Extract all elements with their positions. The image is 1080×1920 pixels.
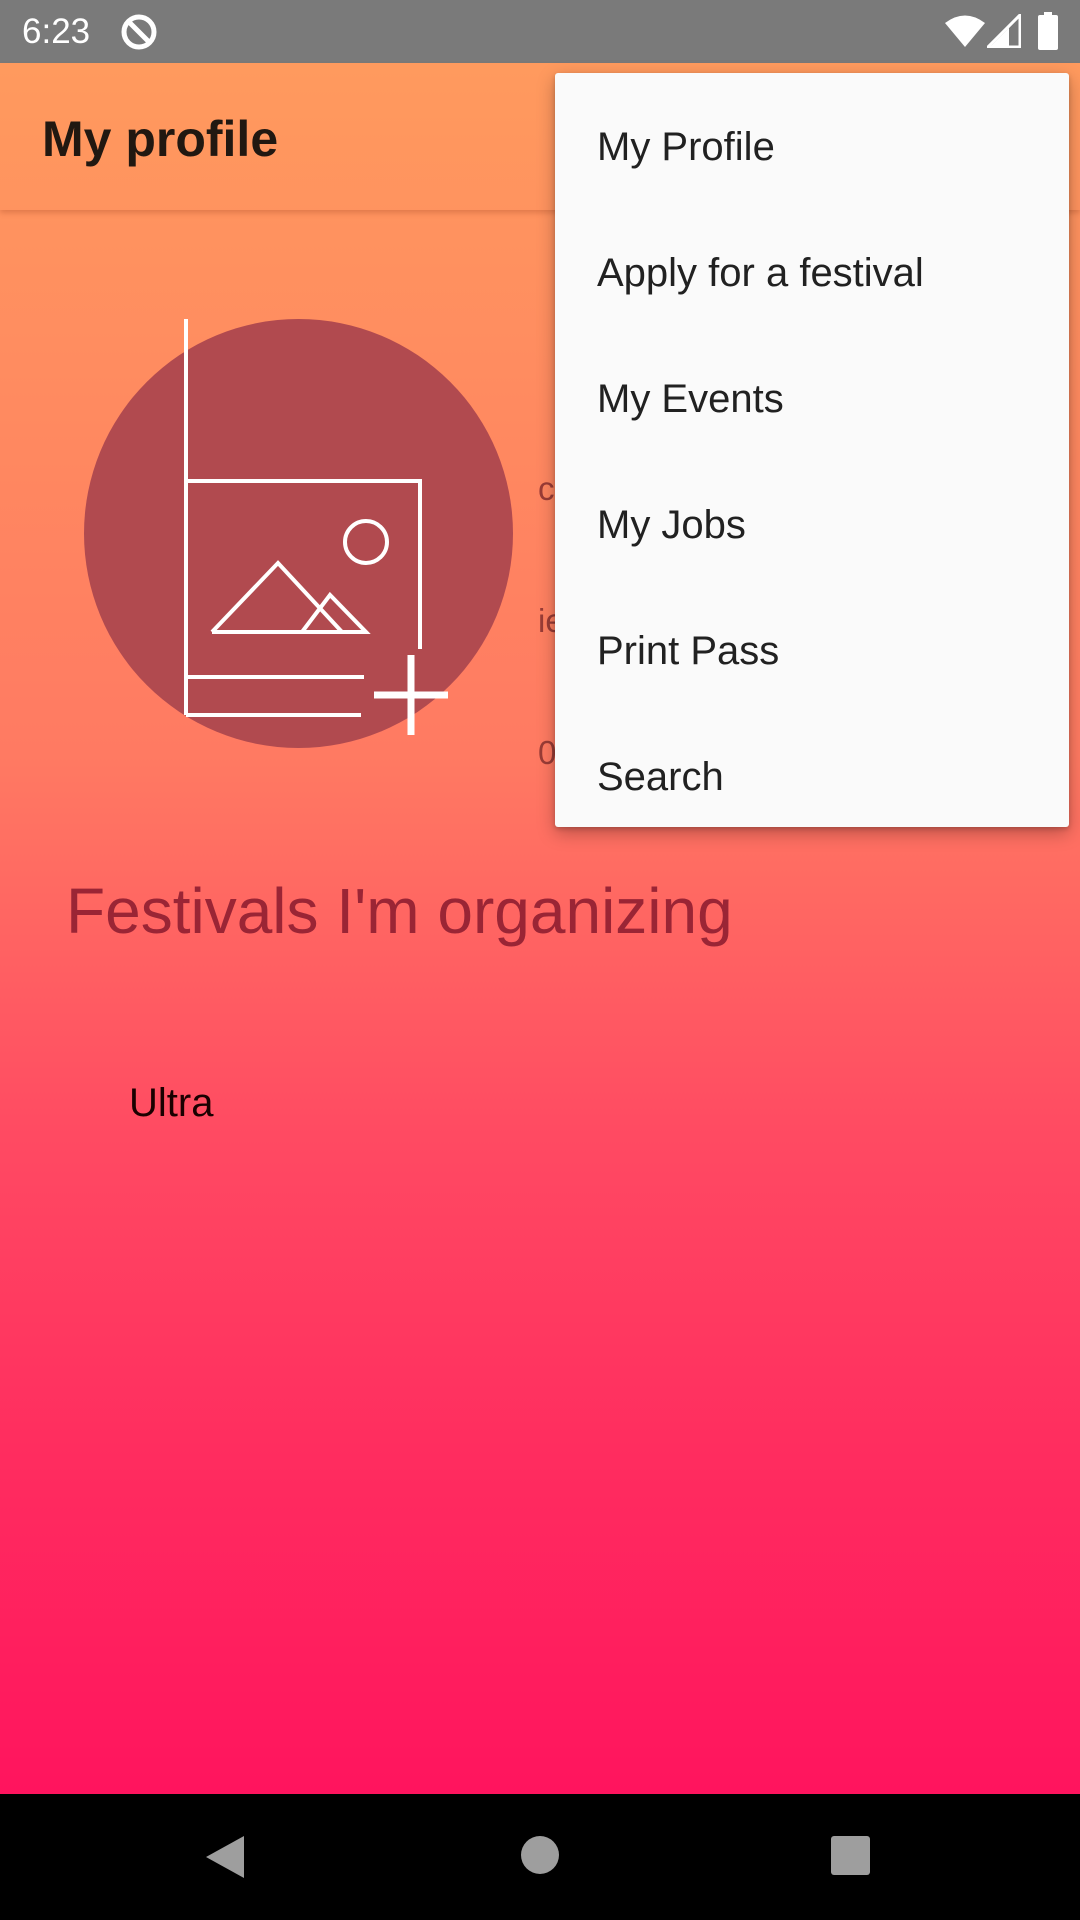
signal-icon [984, 11, 1022, 53]
overflow-menu: My Profile Apply for a festival My Event… [555, 73, 1069, 827]
section-title: Festivals I'm organizing [66, 875, 733, 947]
festival-list-item[interactable]: Ultra [129, 1079, 213, 1127]
menu-item-my-profile[interactable]: My Profile [555, 84, 1069, 210]
add-photo-icon [184, 319, 448, 735]
back-icon[interactable] [204, 1834, 246, 1885]
navigation-bar [0, 1794, 1080, 1920]
menu-item-search[interactable]: Search [555, 714, 1069, 840]
page-title: My profile [42, 111, 279, 167]
recents-icon[interactable] [831, 1836, 870, 1880]
home-icon[interactable] [520, 1835, 560, 1880]
menu-item-apply-for-festival[interactable]: Apply for a festival [555, 210, 1069, 336]
menu-item-print-pass[interactable]: Print Pass [555, 588, 1069, 714]
battery-icon [1038, 12, 1058, 55]
menu-item-my-jobs[interactable]: My Jobs [555, 462, 1069, 588]
wifi-icon [944, 14, 986, 53]
sync-disabled-icon [118, 11, 160, 58]
status-bar: 6:23 [0, 0, 1080, 63]
menu-item-my-events[interactable]: My Events [555, 336, 1069, 462]
status-time: 6:23 [22, 12, 91, 51]
profile-avatar[interactable] [84, 319, 513, 748]
